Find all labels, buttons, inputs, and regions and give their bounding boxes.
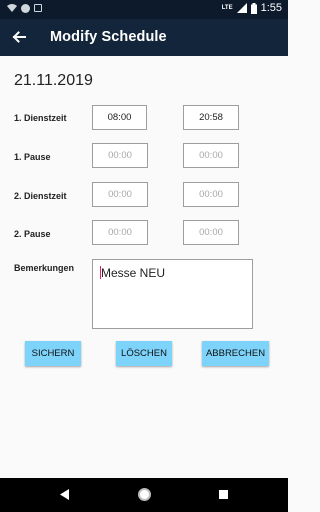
pause-1-end-field[interactable]: 00:00 [183,143,239,168]
nav-back-icon[interactable] [60,489,70,500]
battery-icon [250,2,257,14]
pause-2-end-field[interactable]: 00:00 [183,220,239,245]
cancel-button[interactable]: ABBRECHEN [202,341,269,366]
wifi-off-icon [7,4,17,12]
pause-1-start-field[interactable]: 00:00 [92,143,148,168]
dienstzeit-2-end-field[interactable]: 00:00 [183,182,239,207]
app-bar: Modify Schedule [0,19,288,56]
schedule-date: 21.11.2019 [14,72,93,89]
signal-icon [236,3,247,13]
dienstzeit-2-start-field[interactable]: 00:00 [92,182,148,207]
row-label-pause-2: 2. Pause [14,229,51,239]
dienstzeit-1-end-field[interactable]: 20:58 [183,105,239,130]
row-label-pause-1: 1. Pause [14,152,51,162]
save-button[interactable]: SICHERN [25,341,81,366]
sd-card-icon [34,4,42,12]
page-title: Modify Schedule [50,29,167,45]
status-icons-right: LTE 1:55 [222,2,282,14]
network-type: LTE [221,5,233,11]
nav-home-icon[interactable] [138,488,151,501]
back-arrow-icon[interactable] [10,28,28,46]
row-label-dienstzeit-1: 1. Dienstzeit [14,113,67,123]
pause-2-start-field[interactable]: 00:00 [92,220,148,245]
system-nav-bar [0,478,288,512]
status-icons-left [7,3,42,13]
notes-textarea[interactable]: Messe NEU [92,259,253,329]
delete-button[interactable]: LÖSCHEN [116,341,172,366]
notes-label: Bemerkungen [14,263,75,273]
status-bar: LTE 1:55 [0,0,288,19]
dienstzeit-1-start-field[interactable]: 08:00 [92,105,147,130]
row-label-dienstzeit-2: 2. Dienstzeit [14,191,67,201]
nav-recents-icon[interactable] [219,490,228,499]
clock: 1:55 [260,2,282,14]
sync-icon [21,3,30,13]
notes-text: Messe NEU [101,266,166,280]
